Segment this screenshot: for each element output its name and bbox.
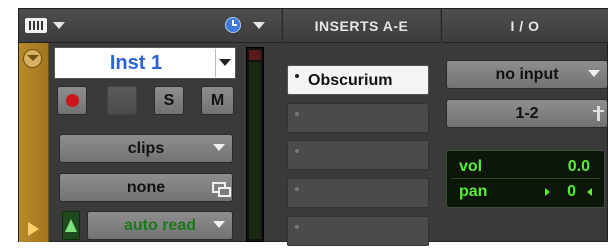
insert-slot-b[interactable] [287, 103, 429, 133]
chevron-down-icon [213, 144, 225, 151]
channel-strip: INSERTS A-E I / O Inst 1 S M clips none … [18, 8, 608, 246]
playlist-label: clips [127, 140, 165, 157]
volume-value: 0.0 [567, 158, 590, 175]
insert-bypass-dot [295, 149, 299, 153]
insert-bypass-dot [295, 187, 299, 191]
automation-mode-label: auto read [123, 217, 196, 234]
insert-bypass-dot [295, 74, 299, 78]
insert-slot-a[interactable]: Obscurium [287, 65, 429, 95]
group-label: none [126, 179, 166, 196]
play-icon [28, 222, 39, 236]
record-icon [66, 94, 79, 107]
track-name-field[interactable]: Inst 1 [54, 47, 236, 79]
solo-button[interactable]: S [154, 86, 184, 115]
track-header [19, 9, 281, 43]
automation-icon[interactable] [62, 211, 80, 240]
pan-value: 0 [567, 183, 576, 200]
pan-label: pan [459, 183, 488, 200]
group-selector[interactable]: none [59, 173, 233, 202]
mute-button[interactable]: M [201, 86, 234, 115]
vol-pan-divider [451, 178, 600, 179]
chevron-down-icon [213, 221, 225, 228]
mix-window: INSERTS A-E I / O Inst 1 S M clips none … [0, 0, 616, 250]
output-selector[interactable]: 1-2 [446, 99, 608, 128]
insert-bypass-dot [295, 225, 299, 229]
input-monitor-button[interactable] [107, 86, 137, 115]
track-name: Inst 1 [109, 52, 163, 74]
output-path-icon [593, 106, 604, 121]
level-meter [246, 47, 264, 242]
vol-pan-display: vol 0.0 pan 0 [446, 150, 605, 208]
volume-row[interactable]: vol 0.0 [453, 156, 598, 178]
automation-mode-dropdown[interactable]: auto read [87, 211, 233, 240]
input-selector[interactable]: no input [446, 60, 608, 89]
insert-slot-d[interactable] [287, 178, 429, 208]
input-label: no input [495, 66, 559, 83]
pan-right-arrow-icon [545, 188, 550, 196]
chevron-down-icon[interactable] [215, 49, 234, 77]
group-icon [212, 182, 231, 197]
track-view-icon[interactable] [25, 18, 47, 33]
playlist-dropdown[interactable]: clips [59, 134, 233, 163]
inserts-title: INSERTS A-E [314, 18, 409, 34]
pan-left-arrow-icon [587, 188, 592, 196]
output-label: 1-2 [515, 105, 539, 122]
track-color-strip[interactable] [19, 43, 49, 242]
io-header: I / O [441, 9, 608, 43]
pan-row[interactable]: pan 0 [453, 181, 598, 203]
insert-slot-e[interactable] [287, 216, 429, 246]
clock-icon[interactable] [225, 17, 241, 33]
track-options-icon[interactable] [23, 49, 42, 68]
record-enable-button[interactable] [57, 86, 87, 115]
strip-body: Inst 1 S M clips none auto read Obscuriu… [19, 43, 608, 246]
insert-bypass-dot [295, 112, 299, 116]
chevron-down-icon [588, 70, 600, 77]
io-title: I / O [510, 18, 540, 34]
volume-label: vol [459, 158, 483, 175]
chevron-down-icon[interactable] [53, 22, 65, 29]
insert-slot-a-label: Obscurium [308, 72, 393, 89]
chevron-down-icon[interactable] [253, 22, 265, 29]
insert-slot-c[interactable] [287, 140, 429, 170]
inserts-header: INSERTS A-E [282, 9, 440, 43]
